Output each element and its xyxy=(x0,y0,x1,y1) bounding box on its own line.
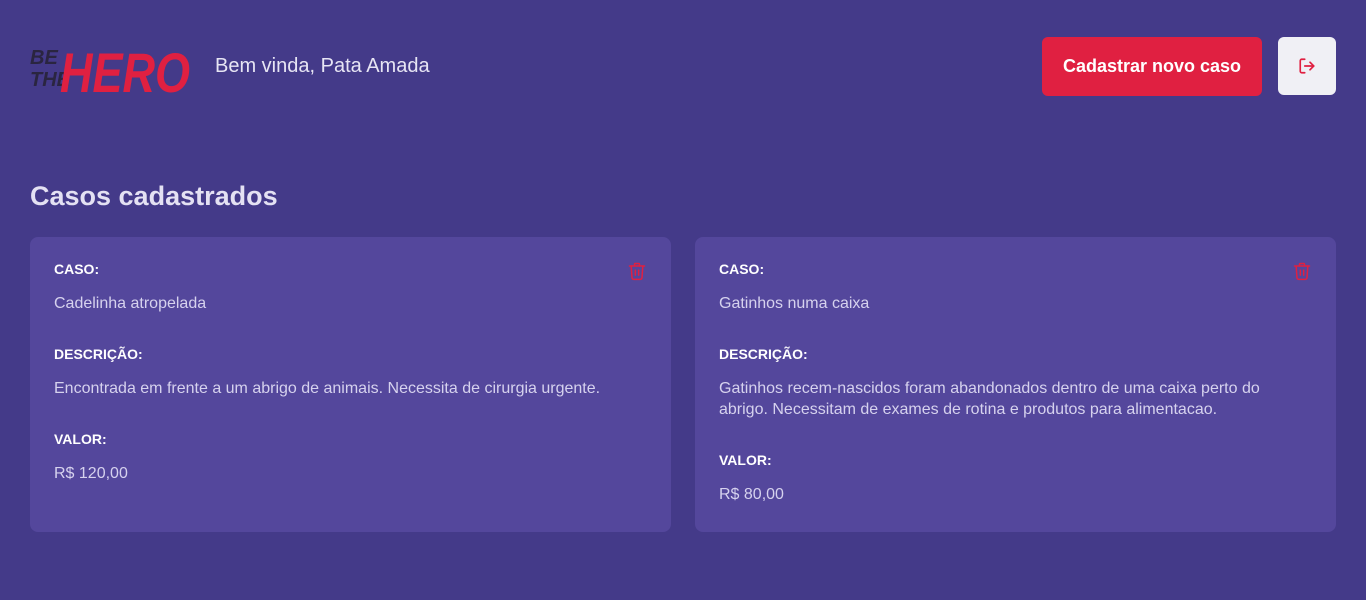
case-value: R$ 80,00 xyxy=(719,486,784,503)
value-label: VALOR: xyxy=(54,431,107,447)
logout-button[interactable] xyxy=(1278,37,1336,95)
delete-case-button[interactable] xyxy=(1292,261,1312,281)
new-case-button[interactable]: Cadastrar novo caso xyxy=(1042,37,1262,96)
value-label: VALOR: xyxy=(719,452,772,468)
logout-icon xyxy=(1299,58,1315,74)
trash-icon xyxy=(628,262,646,281)
case-title: Cadelinha atropelada xyxy=(54,295,207,312)
case-title: Gatinhos numa caixa xyxy=(719,295,870,312)
be-the-hero-logo: BE THE HERO xyxy=(30,41,190,102)
case-description: Gatinhos recem-nascidos foram abandonado… xyxy=(719,380,1260,418)
case-description: Encontrada em frente a um abrigo de anim… xyxy=(54,380,601,397)
description-label: DESCRIÇÃO: xyxy=(54,346,143,362)
page: BE THE HERO Bem vinda, Pata Amada Cadast… xyxy=(0,0,1366,600)
header: BE THE HERO Bem vinda, Pata Amada Cadast… xyxy=(30,30,1336,102)
case-value: R$ 120,00 xyxy=(54,465,128,482)
description-label: DESCRIÇÃO: xyxy=(719,346,808,362)
logo-be-text: BE xyxy=(30,47,58,69)
case-card: CASO: Cadelinha atropelada DESCRIÇÃO: En… xyxy=(30,237,671,532)
greeting-text: Bem vinda, Pata Amada xyxy=(215,55,430,77)
page-title: Casos cadastrados xyxy=(30,181,278,211)
trash-icon xyxy=(1293,262,1311,281)
logo-hero-text: HERO xyxy=(60,41,190,102)
case-card: CASO: Gatinhos numa caixa DESCRIÇÃO: Gat… xyxy=(695,237,1336,532)
delete-case-button[interactable] xyxy=(627,261,647,281)
case-label: CASO: xyxy=(719,261,765,277)
case-label: CASO: xyxy=(54,261,100,277)
